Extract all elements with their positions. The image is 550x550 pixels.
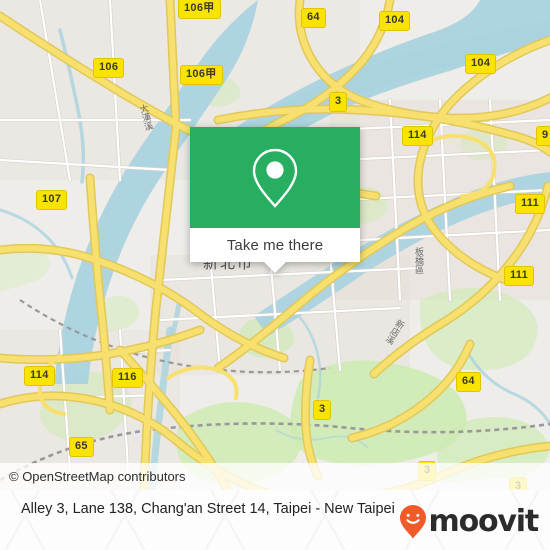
road-shield[interactable]: 114 [402,126,433,146]
map-screenshot: .water { fill:#aad3df; } .park { fill:#c… [0,0,550,550]
map-label-district-banqiao: 板橋區 [413,247,423,274]
road-shield[interactable]: 64 [301,8,326,28]
road-shield[interactable]: 64 [456,372,481,392]
road-shield[interactable]: 3 [329,92,348,112]
popup-header [190,127,360,228]
map-canvas[interactable]: .water { fill:#aad3df; } .park { fill:#c… [0,0,550,490]
footer-address-text: Alley 3, Lane 138, Chang'an Street 14, T… [21,501,395,517]
road-shield[interactable]: 111 [515,194,546,214]
road-shield[interactable]: 106甲 [178,0,221,19]
moovit-brand-logo[interactable]: moovit [398,504,540,540]
road-shield[interactable]: 116 [112,368,143,388]
take-me-there-label: Take me there [226,236,324,254]
road-shield[interactable]: 114 [24,366,55,386]
footer-bar: Alley 3, Lane 138, Chang'an Street 14, T… [0,490,550,550]
road-shield[interactable]: 104 [465,54,497,74]
popup-tail-pointer [264,262,286,273]
road-shield[interactable]: 9 [536,126,550,146]
moovit-pin-smiley-icon [399,505,426,539]
popup-footer[interactable]: Take me there [190,228,360,273]
road-shield[interactable]: 3 [313,400,332,420]
road-shield[interactable]: 111 [504,266,535,286]
road-shield[interactable]: 65 [69,437,94,457]
road-shield[interactable]: 106甲 [180,65,223,85]
map-attribution-bar: © OpenStreetMap contributors [0,463,550,490]
road-shield[interactable]: 106 [93,58,125,78]
attribution-text[interactable]: © OpenStreetMap contributors [0,469,186,484]
location-popup-card[interactable]: Take me there [190,127,360,273]
road-shield[interactable]: 104 [379,11,411,31]
moovit-wordmark: moovit [428,504,540,539]
road-shield[interactable]: 107 [36,190,68,210]
map-pin-icon [252,148,298,208]
